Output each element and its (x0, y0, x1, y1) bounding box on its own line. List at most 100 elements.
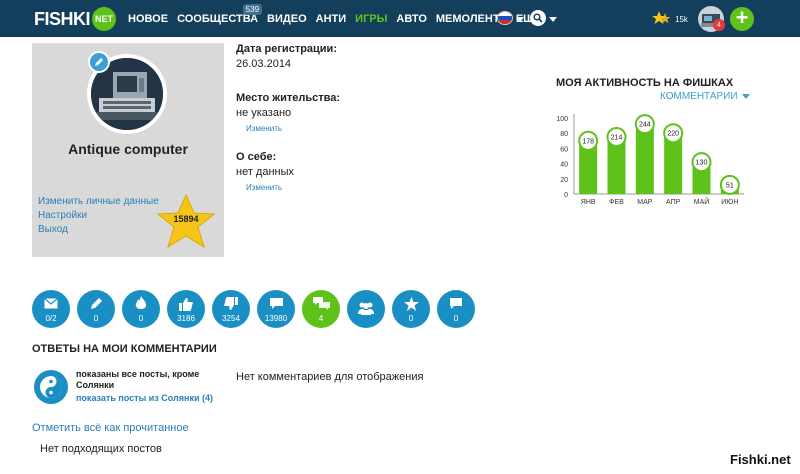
bar-value-label: 130 (696, 160, 708, 167)
thumbs-down-icon (224, 296, 238, 310)
site-logo[interactable]: FISHKI NET (34, 7, 117, 31)
stat-value: 0 (453, 313, 459, 323)
filter-description: показаны все посты, кроме Солянки (76, 369, 200, 390)
x-tick-label: ИЮН (721, 199, 738, 206)
y-tick-label: 60 (560, 146, 568, 153)
rating-value: 15894 (173, 214, 199, 224)
stars-icon (652, 11, 671, 24)
activity-filter-dropdown[interactable]: КОММЕНТАРИИ (660, 91, 750, 102)
y-tick-label: 0 (564, 192, 568, 199)
x-tick-label: МАР (637, 199, 653, 206)
communities-count-badge: 539 (242, 4, 263, 15)
notifications-badge: 4 (713, 19, 725, 31)
stat-value: 0 (408, 313, 414, 323)
stat-comments[interactable]: 13980 (257, 290, 295, 328)
settings-link[interactable]: Настройки (38, 209, 159, 223)
mark-all-read-link[interactable]: Отметить всё как прочитанное (32, 422, 189, 434)
location-label: Место жительства: (236, 92, 340, 104)
stat-dislikes[interactable]: 3254 (212, 290, 250, 328)
y-tick-label: 20 (560, 177, 568, 184)
edit-avatar-pencil-icon[interactable] (88, 51, 110, 73)
stat-mentions[interactable]: 0 (437, 290, 475, 328)
activity-title: МОЯ АКТИВНОСТЬ НА ФИШКАХ (556, 77, 734, 89)
comments-icon (312, 296, 330, 310)
stat-posts[interactable]: 0 (77, 290, 115, 328)
stat-replies[interactable]: 4 (302, 290, 340, 328)
bar-value-label: 214 (611, 135, 623, 142)
language-flag-icon[interactable] (497, 11, 513, 25)
star-icon (403, 296, 419, 311)
bar-value-label: 244 (639, 122, 651, 129)
pen-icon (91, 297, 102, 309)
flame-icon (135, 296, 147, 309)
no-posts-message: Нет подходящих постов (40, 443, 162, 455)
stat-value: 0 (93, 313, 99, 323)
registration-label: Дата регистрации: (236, 43, 337, 55)
bar-value-label: 220 (667, 131, 679, 138)
nav-item-communities[interactable]: СООБЩЕСТВА 539 (177, 4, 263, 25)
nav-item-video[interactable]: ВИДЕО (267, 13, 307, 25)
stat-value: 0 (138, 313, 144, 323)
profile-card: Antique computer Изменить личные данные … (32, 43, 224, 257)
x-tick-label: ФЕВ (609, 199, 624, 206)
search-icon[interactable] (530, 10, 546, 26)
about-label: О себе: (236, 151, 277, 163)
y-tick-label: 80 (560, 131, 568, 138)
edit-location-link[interactable]: Изменить (246, 124, 496, 133)
stars-counter[interactable]: 15k (652, 10, 688, 28)
location-value: не указано (236, 107, 292, 119)
profile-info: Дата регистрации: 26.03.2014 Место жител… (236, 43, 496, 192)
no-comments-message: Нет комментариев для отображения (236, 371, 424, 383)
stat-likes[interactable]: 3186 (167, 290, 205, 328)
nav-item-anti[interactable]: АНТИ (316, 13, 347, 25)
bar-value-label: 51 (726, 182, 734, 189)
x-tick-label: МАЙ (694, 197, 710, 206)
edit-profile-link[interactable]: Изменить личные данные (38, 195, 159, 209)
nav-item-new[interactable]: НОВОЕ (128, 13, 168, 25)
stat-hot[interactable]: 0 (122, 290, 160, 328)
site-watermark: Fishki.net (730, 452, 791, 467)
envelope-icon (44, 298, 58, 309)
comment-icon (269, 298, 283, 309)
y-tick-label: 100 (556, 116, 568, 123)
y-tick-label: 40 (560, 162, 568, 169)
stat-value: 3186 (177, 313, 195, 323)
stat-messages[interactable]: 0/2 (32, 290, 70, 328)
bar-value-label: 178 (582, 138, 594, 145)
about-value: нет данных (236, 166, 295, 178)
chart-bar (635, 124, 654, 194)
speech-bubble-icon (450, 298, 462, 309)
stat-value: 4 (318, 313, 324, 323)
username: Antique computer (68, 141, 188, 157)
stat-value: 0/2 (45, 313, 57, 323)
edit-about-link[interactable]: Изменить (246, 183, 496, 192)
add-post-button[interactable]: + (730, 7, 754, 31)
logo-text: FISHKI (34, 8, 91, 29)
main-nav: НОВОЕ СООБЩЕСТВА 539 ВИДЕО АНТИ ИГРЫ АВТО… (128, 4, 551, 25)
logout-link[interactable]: Выход (38, 223, 159, 237)
stat-value: 13980 (264, 313, 288, 323)
stat-friends[interactable] (347, 290, 385, 328)
stat-value: 3254 (222, 313, 240, 323)
top-navigation-bar: FISHKI NET НОВОЕ СООБЩЕСТВА 539 ВИДЕО АНТ… (0, 0, 800, 37)
profile-links: Изменить личные данные Настройки Выход (38, 195, 159, 237)
nav-item-auto[interactable]: АВТО (396, 13, 426, 25)
logo-net-badge: NET (92, 7, 117, 31)
activity-filter-label: КОММЕНТАРИИ (660, 91, 738, 102)
show-solyanka-posts-link[interactable]: показать посты из Солянки (4) (76, 393, 213, 403)
x-tick-label: ЯНВ (581, 199, 596, 206)
users-icon (358, 302, 374, 315)
activity-chart: 0 20 40 60 80 100 178 ЯНВ 214 ФЕВ 244 МАР 220 АПР 130 М… (556, 114, 744, 206)
stat-favorites[interactable]: 0 (392, 290, 430, 328)
chevron-down-icon (741, 94, 750, 99)
stars-count: 15k (675, 14, 688, 24)
registration-value: 26.03.2014 (236, 58, 292, 70)
language-dropdown-chevron-icon[interactable] (516, 17, 524, 22)
thumbs-up-icon (179, 297, 193, 311)
yin-yang-filter-icon[interactable] (34, 370, 68, 404)
stats-row: 0/2 0 0 3186 3254 13980 4 0 0 (32, 290, 482, 328)
search-dropdown-chevron-icon[interactable] (549, 17, 557, 22)
nav-item-games[interactable]: ИГРЫ (355, 13, 387, 25)
x-tick-label: АПР (666, 199, 681, 206)
replies-section-title: ОТВЕТЫ НА МОИ КОММЕНТАРИИ (32, 343, 217, 355)
